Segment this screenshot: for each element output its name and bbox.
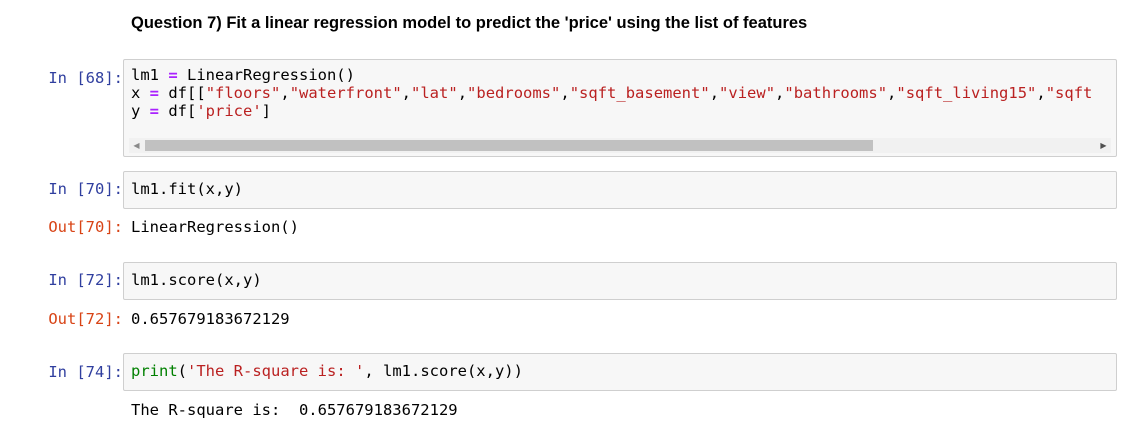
code-block: print('The R-square is: ', lm1.score(x,y…: [131, 362, 523, 380]
code-token: x: [131, 84, 150, 102]
code-token: =: [168, 66, 178, 84]
code-token: lm1: [131, 66, 169, 84]
code-token: ,: [457, 84, 468, 102]
scroll-right-arrow-icon[interactable]: ▶: [1096, 138, 1111, 153]
code-token: "floors": [205, 84, 281, 102]
code-input-cell[interactable]: lm1.score(x,y): [123, 262, 1117, 300]
code-token: "sqft_living15": [896, 84, 1037, 102]
code-token: "view": [719, 84, 776, 102]
code-token: 'The R-square is: ': [187, 362, 365, 380]
code-token: ,: [560, 84, 570, 102]
code-token: "sqft: [1045, 84, 1093, 102]
code-token: df[[: [159, 84, 206, 102]
code-token: ,: [709, 84, 720, 102]
code-token: 'price': [196, 102, 262, 120]
question-heading: Question 7) Fit a linear regression mode…: [131, 14, 808, 32]
code-input-cell[interactable]: print('The R-square is: ', lm1.score(x,y…: [123, 353, 1117, 391]
input-prompt: In [68]:: [48, 69, 123, 87]
code-token: ]: [261, 102, 272, 120]
code-token: LinearRegression(): [177, 66, 355, 84]
code-block: lm1.score(x,y): [131, 271, 262, 289]
input-prompt: In [72]:: [48, 271, 123, 289]
code-input-cell[interactable]: lm1 = LinearRegression() x = df[["floors"…: [123, 59, 1117, 157]
code-token: ,: [401, 84, 412, 102]
input-prompt: In [74]:: [48, 363, 123, 381]
code-token: "bathrooms": [784, 84, 888, 102]
code-line: lm1 = LinearRegression(): [131, 66, 1092, 84]
code-token: ,: [1036, 84, 1046, 102]
code-token: (: [177, 362, 188, 380]
code-token: y: [131, 102, 150, 120]
code-token: "lat": [411, 84, 458, 102]
code-token: "bedrooms": [467, 84, 561, 102]
code-input-cell[interactable]: lm1.fit(x,y): [123, 171, 1117, 209]
output-prompt: Out[70]:: [48, 218, 123, 236]
code-token: ,: [887, 84, 897, 102]
code-line: lm1.fit(x,y): [131, 180, 243, 198]
code-line: x = df[["floors","waterfront","lat","bed…: [131, 84, 1092, 102]
horizontal-scrollbar[interactable]: ◀ ▶: [129, 138, 1111, 153]
code-line: lm1.score(x,y): [131, 271, 262, 289]
input-prompt: In [70]:: [48, 180, 123, 198]
cell-output: 0.657679183672129: [131, 310, 290, 328]
code-block: lm1.fit(x,y): [131, 180, 243, 198]
code-line: print('The R-square is: ', lm1.score(x,y…: [131, 362, 523, 380]
output-prompt: Out[72]:: [48, 310, 123, 328]
code-token: "sqft_basement": [569, 84, 710, 102]
cell-output: LinearRegression(): [131, 218, 299, 236]
code-line: y = df['price']: [131, 102, 1092, 120]
code-token: , lm1.score(x,y)): [364, 362, 523, 380]
scroll-left-arrow-icon[interactable]: ◀: [129, 138, 144, 153]
code-token: "waterfront": [289, 84, 402, 102]
code-token: print: [131, 362, 178, 380]
code-token: lm1.score(x,y): [131, 271, 262, 289]
code-token: ,: [775, 84, 785, 102]
code-token: lm1.fit(x,y): [131, 180, 243, 198]
cell-output: The R-square is: 0.657679183672129: [131, 401, 458, 419]
code-token: df[: [159, 102, 197, 120]
code-token: ,: [280, 84, 290, 102]
code-block: lm1 = LinearRegression() x = df[["floors"…: [131, 66, 1092, 120]
scrollbar-thumb[interactable]: [145, 140, 873, 151]
code-token: =: [149, 84, 160, 102]
code-token: =: [149, 102, 160, 120]
